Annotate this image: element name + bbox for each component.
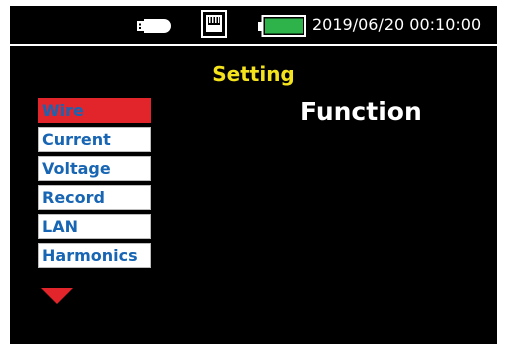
menu-item-harmonics[interactable]: Harmonics bbox=[38, 243, 151, 268]
lan-port-icon bbox=[201, 10, 227, 38]
menu-item-lan[interactable]: LAN bbox=[38, 214, 151, 239]
battery-full-icon bbox=[258, 15, 306, 37]
device-screen: 2019/06/20 00:10:00 Setting Function Wir… bbox=[10, 6, 497, 344]
page-title: Setting bbox=[212, 62, 295, 86]
menu-item-current[interactable]: Current bbox=[38, 127, 151, 152]
status-bar: 2019/06/20 00:10:00 bbox=[10, 6, 497, 44]
status-bar-divider bbox=[10, 44, 497, 46]
triangle-down-icon[interactable] bbox=[41, 288, 73, 304]
panel-title: Function bbox=[300, 97, 422, 126]
menu-item-voltage[interactable]: Voltage bbox=[38, 156, 151, 181]
menu-item-record[interactable]: Record bbox=[38, 185, 151, 210]
setting-menu: Wire Current Voltage Record LAN Harmonic… bbox=[38, 98, 151, 272]
menu-item-wire[interactable]: Wire bbox=[38, 98, 151, 123]
datetime-display: 2019/06/20 00:10:00 bbox=[312, 15, 482, 34]
usb-drive-icon bbox=[137, 19, 171, 33]
